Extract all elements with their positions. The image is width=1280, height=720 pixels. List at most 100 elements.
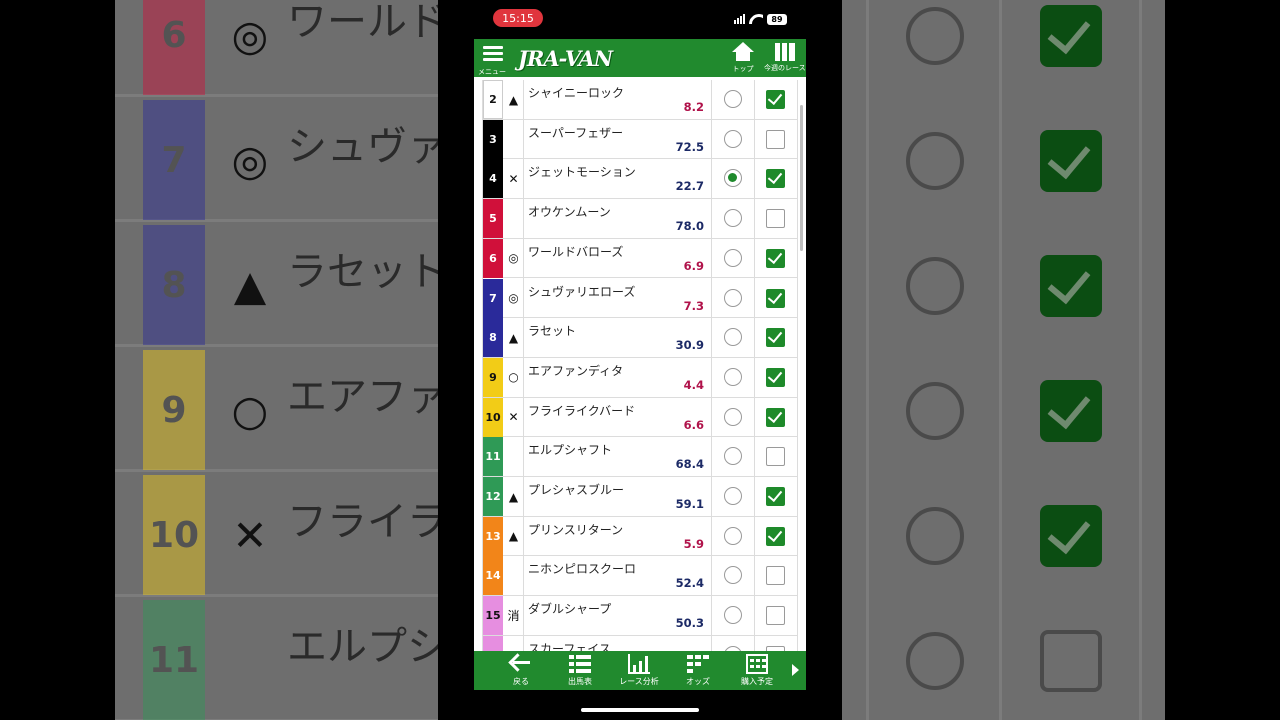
prediction-mark[interactable]: ◎	[504, 239, 523, 278]
horse-name[interactable]: エルプシャフト	[528, 441, 612, 458]
table-row[interactable]: 6 ◎ ワールドバローズ 6.9	[482, 238, 798, 279]
prediction-mark[interactable]	[504, 556, 523, 595]
table-row[interactable]: 11 エルプシャフト 68.4	[482, 437, 798, 477]
prediction-mark[interactable]: ▲	[504, 80, 523, 119]
horse-name[interactable]: ラセット	[528, 322, 576, 339]
top-button[interactable]: トップ	[732, 42, 754, 76]
axis-radio[interactable]	[724, 447, 742, 466]
win-odds: 78.0	[675, 219, 704, 234]
background-mark: ✕	[232, 510, 268, 560]
axis-radio[interactable]	[724, 367, 742, 386]
prediction-mark[interactable]: 消	[504, 596, 523, 635]
home-indicator[interactable]	[581, 708, 699, 712]
background-row: 9 ○ エアファ	[115, 350, 438, 472]
prediction-mark[interactable]	[504, 636, 523, 651]
table-row[interactable]: 2 ▲ シャイニーロック 8.2	[482, 80, 798, 120]
table-row[interactable]: 16 スカーフェイス	[482, 635, 798, 651]
prediction-mark[interactable]: ▲	[504, 477, 523, 516]
axis-radio[interactable]	[724, 328, 742, 347]
select-checkbox[interactable]	[766, 487, 785, 506]
axis-radio[interactable]	[724, 526, 742, 545]
axis-radio[interactable]	[724, 407, 742, 426]
background-radio	[906, 132, 964, 190]
horse-name[interactable]: ダブルシャープ	[528, 600, 611, 617]
horse-name[interactable]: スーパーフェザー	[528, 124, 623, 141]
axis-radio[interactable]	[724, 209, 742, 228]
table-row[interactable]: 13 ▲ プリンスリターン 5.9	[482, 516, 798, 557]
select-checkbox[interactable]	[766, 209, 785, 229]
horse-name[interactable]: オウケンムーン	[528, 203, 611, 220]
chart-icon	[628, 654, 650, 674]
horse-number: 10	[483, 397, 503, 437]
select-checkbox[interactable]	[766, 248, 785, 268]
prediction-mark[interactable]: ✕	[504, 159, 523, 198]
select-checkbox[interactable]	[766, 407, 785, 427]
back-button[interactable]: 戻る	[496, 654, 546, 688]
axis-radio[interactable]	[724, 90, 742, 108]
horse-number: 11	[483, 437, 503, 477]
horse-name[interactable]: スカーフェイス	[528, 640, 611, 651]
table-row[interactable]: 15 消ダブルシャープ 50.3	[482, 596, 798, 636]
select-checkbox[interactable]	[766, 169, 785, 189]
select-checkbox[interactable]	[766, 90, 785, 109]
prediction-mark[interactable]	[504, 437, 523, 476]
horse-name[interactable]: ワールドバローズ	[528, 243, 623, 260]
table-row[interactable]: 4 ✕ ジェットモーション 22.7	[482, 159, 798, 200]
axis-radio[interactable]	[724, 248, 742, 267]
wifi-icon	[749, 14, 763, 24]
select-checkbox[interactable]	[766, 447, 785, 467]
back-arrow-icon	[510, 654, 532, 674]
horse-name[interactable]: ジェットモーション	[528, 163, 636, 180]
menu-label: メニュー	[478, 68, 506, 76]
axis-radio[interactable]	[724, 129, 742, 148]
axis-radio[interactable]	[724, 288, 742, 307]
table-row[interactable]: 5 オウケンムーン 78.0	[482, 199, 798, 239]
race-analysis-button[interactable]: レース分析	[614, 654, 664, 688]
table-row[interactable]: 9 ○ エアファンディタ 4.4	[482, 357, 798, 398]
select-checkbox[interactable]	[766, 526, 785, 546]
horse-number: 4	[483, 159, 503, 199]
horse-name[interactable]: フライライクバード	[528, 402, 635, 419]
table-row[interactable]: 8 ▲ ラセット 30.9	[482, 318, 798, 358]
horse-name[interactable]: シャイニーロック	[528, 84, 624, 101]
select-checkbox[interactable]	[766, 288, 785, 308]
axis-radio[interactable]	[724, 606, 742, 625]
prediction-mark[interactable]: ◎	[504, 279, 523, 318]
horse-name[interactable]: エアファンディタ	[528, 362, 623, 379]
background-divider	[999, 0, 1002, 720]
select-checkbox[interactable]	[766, 328, 785, 348]
horse-name[interactable]: プレシャスブルー	[528, 481, 624, 498]
prediction-mark[interactable]	[504, 120, 523, 159]
select-checkbox[interactable]	[766, 367, 785, 387]
planned-purchase-button[interactable]: 購入予定	[732, 654, 782, 688]
scrollbar[interactable]	[800, 105, 803, 251]
app-header: メニュー JRA-VAN トップ 今週のレース	[474, 39, 806, 77]
odds-button[interactable]: オッズ	[673, 654, 723, 688]
prediction-mark[interactable]: ▲	[504, 318, 523, 357]
select-checkbox[interactable]	[766, 606, 785, 626]
table-row[interactable]: 14 ニホンピロスクーロ 52.4	[482, 556, 798, 597]
prediction-mark[interactable]: ✕	[504, 398, 523, 437]
table-row[interactable]: 10 ✕ フライライクバード 6.6	[482, 397, 798, 438]
prediction-mark[interactable]: ○	[504, 358, 523, 397]
prediction-mark[interactable]	[504, 199, 523, 238]
select-checkbox[interactable]	[766, 566, 785, 586]
axis-radio[interactable]	[724, 487, 742, 505]
horse-number: 15	[483, 596, 503, 636]
axis-radio[interactable]	[724, 169, 742, 188]
prediction-mark[interactable]: ▲	[504, 517, 523, 556]
menu-button[interactable]: メニュー	[478, 44, 506, 76]
win-odds: 6.9	[683, 258, 704, 273]
race-card-button[interactable]: 出馬表	[555, 654, 605, 688]
more-arrow-icon[interactable]	[792, 664, 799, 676]
table-row[interactable]: 12 ▲ プレシャスブルー 59.1	[482, 477, 798, 517]
horse-name[interactable]: プリンスリターン	[528, 521, 623, 538]
jra-van-logo[interactable]: JRA-VAN	[518, 46, 613, 71]
table-row[interactable]: 3 スーパーフェザー 72.5	[482, 119, 798, 160]
axis-radio[interactable]	[724, 566, 742, 585]
this-week-races-button[interactable]: 今週のレース	[764, 42, 806, 76]
table-row[interactable]: 7 ◎ シュヴァリエローズ 7.3	[482, 278, 798, 319]
horse-name[interactable]: ニホンピロスクーロ	[528, 560, 636, 577]
horse-name[interactable]: シュヴァリエローズ	[528, 283, 635, 300]
select-checkbox[interactable]	[766, 129, 785, 149]
